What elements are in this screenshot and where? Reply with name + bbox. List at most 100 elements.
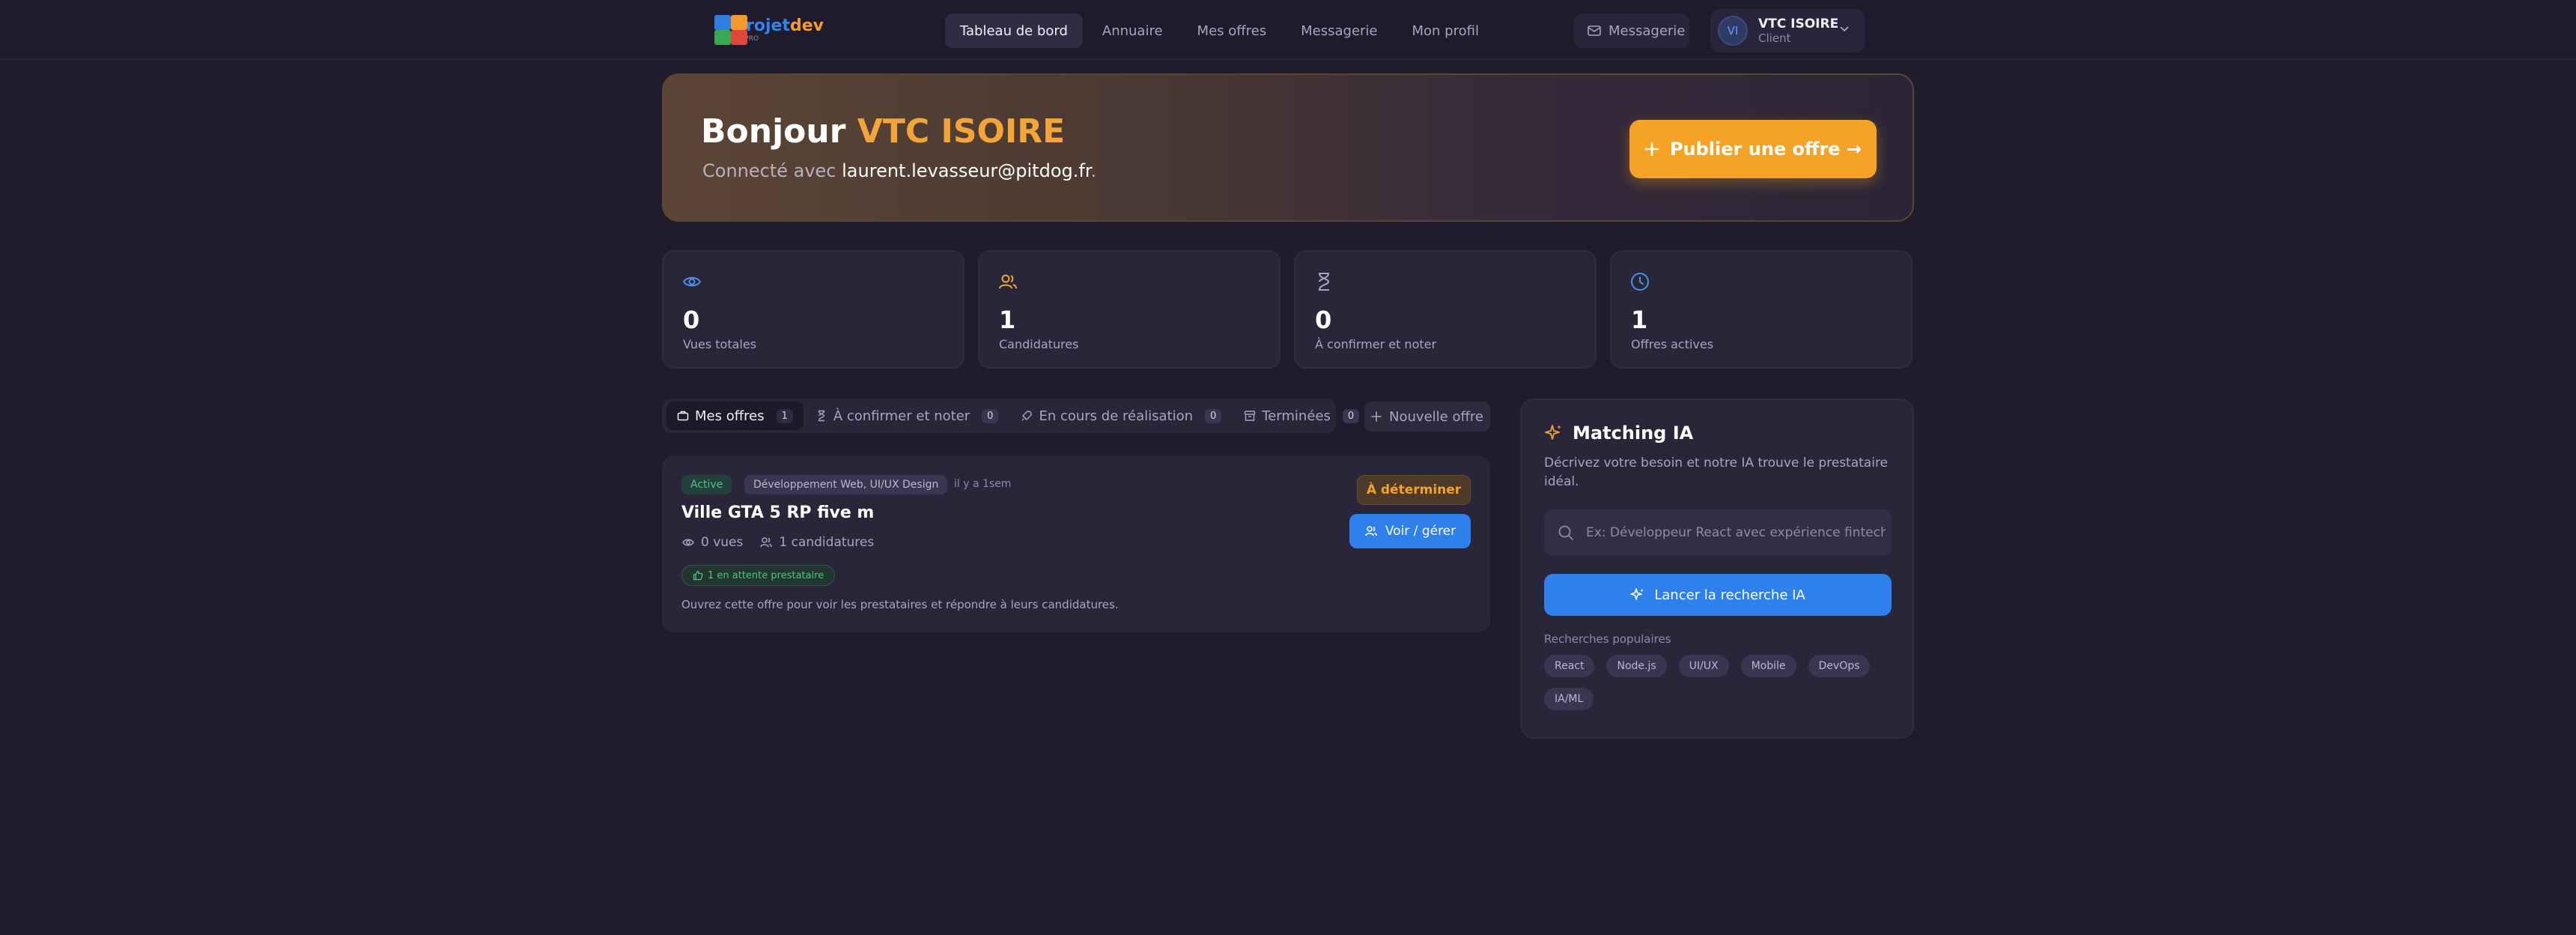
logo-text-accent: dev (789, 16, 824, 35)
waiting-badge-label: 1 en attente prestataire (708, 569, 824, 581)
ai-matching-title: Matching IA (1544, 423, 1693, 444)
greeting-text: Bonjour (701, 112, 846, 151)
clock-icon (1629, 271, 1650, 292)
popular-tag[interactable]: DevOps (1808, 655, 1871, 677)
ai-matching-panel: Matching IA Décrivez votre besoin et not… (1520, 399, 1914, 739)
popular-tag[interactable]: Mobile (1740, 655, 1796, 677)
tab-to-confirm[interactable]: À confirmer et noter 0 (805, 402, 1009, 430)
messages-button-label: Messagerie (1609, 22, 1686, 39)
offer-meta: 0 vues 1 candidatures (681, 535, 874, 550)
plus-icon (1371, 411, 1382, 422)
user-email: laurent.levasseur@pitdog.fr (842, 160, 1091, 181)
offer-card[interactable]: Active Développement Web, UI/UX Design i… (662, 456, 1490, 632)
welcome-banner: Bonjour VTC ISOIRE Connecté avec laurent… (662, 73, 1914, 222)
tab-count: 1 (776, 408, 793, 423)
tab-count: 0 (1342, 408, 1360, 423)
price-badge: À déterminer (1357, 475, 1471, 505)
tab-label: À confirmer et noter (833, 408, 970, 424)
top-navbar: projetdev PRO Tableau de bord Annuaire M… (0, 0, 2576, 60)
stat-value: 1 (1631, 306, 1648, 334)
stat-value: 1 (999, 306, 1016, 334)
stat-card-views: 0 Vues totales (662, 250, 965, 369)
users-icon (759, 536, 773, 549)
connected-suffix: . (1090, 160, 1097, 181)
offer-applications: 1 candidatures (779, 535, 875, 550)
stat-value: 0 (1315, 306, 1332, 334)
stat-value: 0 (683, 306, 700, 334)
popular-tag[interactable]: Node.js (1606, 655, 1667, 677)
popular-tag[interactable]: React (1544, 655, 1595, 677)
new-offer-label: Nouvelle offre (1389, 408, 1483, 425)
mail-icon (1588, 25, 1601, 37)
search-icon (1558, 524, 1574, 541)
launch-ai-search-label: Lancer la recherche IA (1654, 587, 1805, 603)
logo-text: projetdev PRO (734, 16, 824, 43)
avatar: VI (1718, 16, 1748, 46)
logo-tagline: PRO (744, 34, 759, 43)
company-name: VTC ISOIRE (857, 112, 1066, 151)
nav-link-profile[interactable]: Mon profil (1397, 13, 1494, 48)
user-name: VTC ISOIRE (1758, 16, 1839, 31)
tab-label: En cours de réalisation (1039, 408, 1193, 424)
messages-button[interactable]: Messagerie (1574, 13, 1689, 48)
offers-tabs: Mes offres 1 À confirmer et noter 0 En c… (662, 399, 1360, 433)
ai-matching-title-text: Matching IA (1573, 423, 1694, 444)
connected-info: Connecté avec laurent.levasseur@pitdog.f… (702, 160, 1096, 181)
publish-offer-label: Publier une offre → (1669, 139, 1862, 160)
offer-title[interactable]: Ville GTA 5 RP five m (681, 503, 874, 522)
manage-offer-label: Voir / gérer (1385, 524, 1456, 539)
rocket-icon (1021, 410, 1033, 422)
connected-prefix: Connecté avec (702, 160, 836, 181)
brand-logo[interactable]: projetdev PRO (714, 13, 824, 46)
new-offer-button[interactable]: Nouvelle offre (1364, 402, 1490, 432)
popular-tag[interactable]: IA/ML (1544, 688, 1594, 710)
stat-card-active-offers: 1 Offres actives (1610, 250, 1913, 369)
offer-hint: Ouvrez cette offre pour voir les prestat… (681, 598, 1119, 611)
nav-link-directory[interactable]: Annuaire (1087, 13, 1178, 48)
user-role: Client (1758, 31, 1791, 46)
sparkles-icon (1630, 587, 1645, 602)
hourglass-icon (815, 410, 827, 422)
main-nav: Tableau de bord Annuaire Mes offres Mess… (945, 13, 1494, 48)
stat-label: Offres actives (1631, 337, 1714, 351)
stat-card-to-confirm: 0 À confirmer et noter (1294, 250, 1597, 369)
nav-link-my-offers[interactable]: Mes offres (1182, 13, 1282, 48)
tab-label: Terminées (1262, 408, 1331, 424)
category-badge: Développement Web, UI/UX Design (744, 475, 948, 494)
plus-icon (1644, 142, 1659, 157)
sparkles-icon (1544, 423, 1564, 443)
users-icon (1364, 524, 1378, 538)
launch-ai-search-button[interactable]: Lancer la recherche IA (1544, 574, 1892, 616)
user-menu[interactable]: VI VTC ISOIRE Client (1710, 9, 1865, 52)
tab-label: Mes offres (695, 408, 765, 424)
stat-label: Vues totales (683, 337, 757, 351)
tab-count: 0 (982, 408, 999, 423)
thumbs-up-icon (693, 570, 703, 581)
popular-searches: React Node.js UI/UX Mobile DevOps IA/ML (1544, 655, 1896, 710)
status-badge: Active (681, 475, 732, 494)
tab-finished[interactable]: Terminées 0 (1233, 402, 1370, 430)
popular-tag[interactable]: UI/UX (1678, 655, 1729, 677)
ai-search-input[interactable] (1586, 525, 1886, 540)
page-title: Bonjour VTC ISOIRE (701, 112, 1065, 151)
publish-offer-button[interactable]: Publier une offre → (1629, 120, 1877, 178)
tab-count: 0 (1205, 408, 1222, 423)
waiting-badge: 1 en attente prestataire (681, 565, 836, 586)
stat-label: À confirmer et noter (1315, 337, 1437, 351)
nav-link-dashboard[interactable]: Tableau de bord (945, 13, 1083, 48)
nav-link-messaging[interactable]: Messagerie (1286, 13, 1392, 48)
tab-my-offers[interactable]: Mes offres 1 (666, 402, 804, 430)
hourglass-icon (1313, 271, 1334, 292)
tab-in-progress[interactable]: En cours de réalisation 0 (1010, 402, 1232, 430)
ai-matching-description: Décrivez votre besoin et notre IA trouve… (1544, 456, 1889, 489)
eye-icon (681, 536, 695, 549)
eye-icon (681, 271, 702, 292)
archive-icon (1244, 410, 1256, 422)
briefcase-icon (677, 410, 689, 422)
manage-offer-button[interactable]: Voir / gérer (1349, 514, 1471, 548)
logo-mark-icon (714, 13, 747, 46)
chevron-down-icon (1839, 25, 1850, 33)
offer-views: 0 vues (701, 535, 744, 550)
ai-search-field[interactable] (1544, 509, 1892, 556)
stat-label: Candidatures (999, 337, 1079, 351)
